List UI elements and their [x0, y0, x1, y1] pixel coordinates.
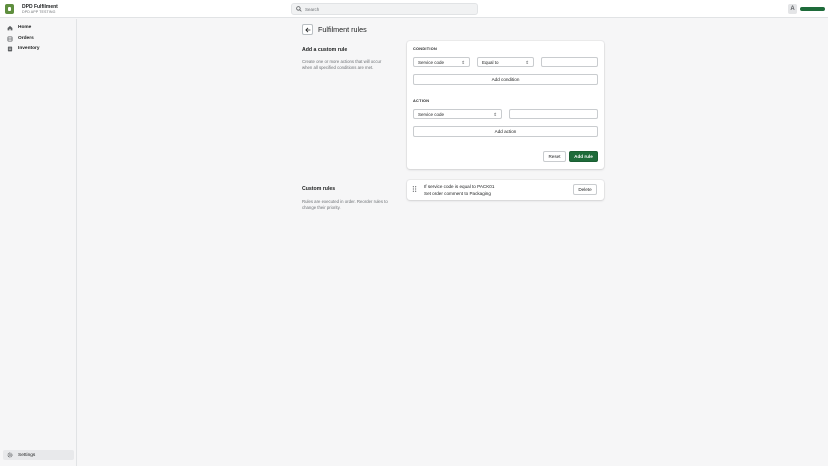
condition-label: CONDITION [413, 47, 438, 51]
drag-handle-icon[interactable] [412, 186, 417, 192]
add-condition-button[interactable]: Add condition [413, 74, 598, 85]
orders-icon [7, 36, 13, 41]
sidebar-item-inventory[interactable]: Inventory [3, 44, 74, 53]
sidebar-item-label: Inventory [18, 45, 40, 51]
sidebar-item-label: Orders [18, 35, 34, 41]
home-icon [7, 25, 13, 30]
arrow-left-icon [305, 27, 311, 33]
search-input[interactable]: Search [305, 7, 319, 12]
custom-rules-title: Custom rules [302, 186, 336, 192]
add-action-button[interactable]: Add action [413, 126, 598, 137]
rule-action-text: Set order comment to Packaging [424, 190, 491, 196]
action-label: ACTION [413, 99, 430, 103]
add-rule-button[interactable]: Add rule [569, 151, 598, 162]
sidebar-item-orders[interactable]: Orders [3, 34, 74, 43]
sidebar-item-home[interactable]: Home [3, 23, 74, 32]
shopify-logo-icon[interactable] [5, 4, 14, 14]
condition-field-select[interactable]: Service code ⇕ [413, 57, 470, 67]
user-avatar[interactable]: A [788, 4, 797, 14]
settings-label: Settings [18, 452, 36, 458]
gear-icon [7, 452, 13, 458]
condition-value-input[interactable] [541, 57, 598, 67]
inventory-icon [7, 46, 13, 51]
action-value-input[interactable] [509, 109, 598, 119]
select-value: Service code [418, 60, 445, 65]
store-subtitle: DPD APP TESTING [22, 10, 56, 14]
select-caret-icon: ⇕ [493, 111, 497, 117]
select-caret-icon: ⇕ [525, 59, 529, 65]
add-rule-description: Create one or more actions that will occ… [302, 59, 382, 71]
select-value: Equal to [482, 60, 499, 65]
sidebar: Home Orders Inventory [0, 19, 77, 466]
brand-logo[interactable] [800, 7, 825, 11]
sidebar-item-label: Home [18, 24, 32, 30]
custom-rules-description: Rules are executed in order. Reorder rul… [302, 199, 388, 211]
select-caret-icon: ⇕ [461, 59, 465, 65]
delete-rule-button[interactable]: Delete [573, 184, 597, 195]
back-button[interactable] [302, 24, 313, 35]
condition-operator-select[interactable]: Equal to ⇕ [477, 57, 534, 67]
search-icon [296, 6, 302, 12]
action-field-select[interactable]: Service code ⇕ [413, 109, 502, 119]
page-title: Fulfilment rules [318, 25, 367, 34]
add-rule-title: Add a custom rule [302, 47, 348, 53]
select-value: Service code [418, 112, 445, 117]
sidebar-item-settings[interactable]: Settings [3, 450, 74, 460]
search-bar[interactable]: Search [291, 3, 478, 15]
reset-button[interactable]: Reset [543, 151, 566, 162]
add-rule-card: CONDITION Service code ⇕ Equal to ⇕ Add … [407, 41, 604, 169]
rule-condition-text: If service code is equal to PACK01 [424, 184, 495, 189]
top-bar: DPD Fulfilment DPD APP TESTING Search A [0, 0, 828, 18]
